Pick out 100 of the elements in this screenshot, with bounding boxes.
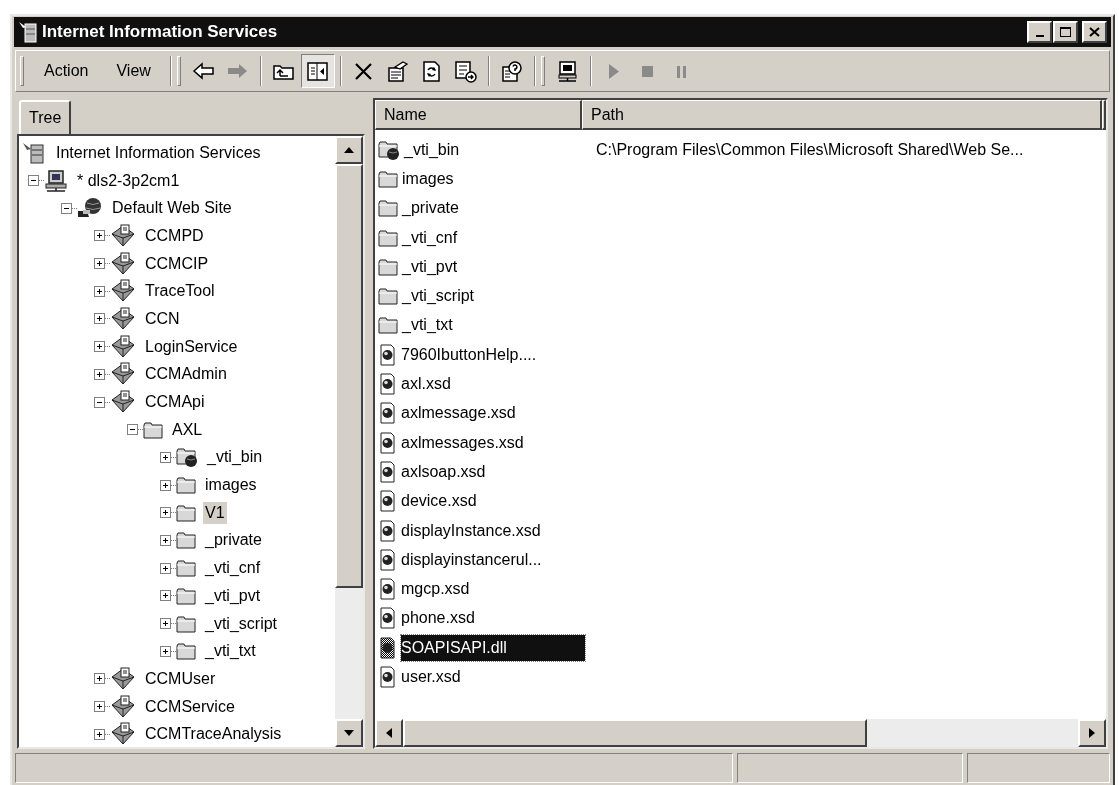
file-name[interactable]: phone.xsd	[401, 605, 585, 632]
expand-icon[interactable]	[94, 258, 105, 270]
expand-icon[interactable]	[94, 673, 105, 685]
file-name[interactable]: axlmessage.xsd	[401, 400, 585, 427]
package-icon	[110, 666, 136, 691]
file-name[interactable]: axlmessages.xsd	[401, 429, 585, 456]
tree-item[interactable]: CCMUser	[143, 667, 218, 690]
tree-item[interactable]: V1	[203, 501, 227, 524]
package-icon	[110, 390, 136, 415]
expand-icon[interactable]	[160, 618, 171, 630]
globe-icon	[77, 197, 103, 220]
up-arrow-icon	[344, 147, 354, 153]
vertical-scrollbar[interactable]	[335, 136, 363, 747]
left-arrow-icon	[386, 728, 392, 738]
file-name[interactable]: axlsoap.xsd	[401, 458, 585, 485]
minimize-button[interactable]	[1027, 21, 1052, 43]
expand-icon[interactable]	[94, 230, 105, 242]
tree-item[interactable]: Internet Information Services	[54, 141, 263, 164]
expand-icon[interactable]	[94, 313, 105, 325]
tree-item[interactable]: LoginService	[143, 335, 240, 358]
expand-icon[interactable]	[160, 507, 171, 519]
tree-item[interactable]: _vti_pvt	[203, 584, 263, 607]
tab[interactable]: Tree	[19, 100, 72, 134]
expand-icon[interactable]	[160, 562, 171, 574]
collapse-icon[interactable]	[94, 396, 105, 408]
expand-icon[interactable]	[94, 368, 105, 380]
file-name[interactable]: _private	[402, 195, 586, 222]
close-button[interactable]	[1082, 21, 1107, 43]
expand-icon[interactable]	[94, 701, 105, 713]
file-name[interactable]: _vti_cnf	[402, 224, 586, 251]
document-globe-icon	[378, 373, 397, 395]
tree-item[interactable]: _vti_txt	[203, 640, 258, 663]
file-name[interactable]: mgcp.xsd	[401, 576, 585, 603]
scrollbar-thumb[interactable]	[335, 164, 363, 588]
column-header[interactable]: Path	[582, 100, 1102, 130]
tree-item[interactable]: _vti_script	[203, 612, 280, 635]
file-name[interactable]: _vti_script	[402, 283, 586, 310]
server-icon	[21, 141, 47, 164]
file-name[interactable]: SOAPISAPI.dll	[401, 634, 585, 661]
tree-item[interactable]: CCMService	[143, 695, 237, 718]
expand-icon[interactable]	[160, 590, 171, 602]
scroll-up-button[interactable]	[335, 136, 363, 164]
file-name[interactable]: 7960IbuttonHelp....	[401, 341, 585, 368]
file-name[interactable]: axl.xsd	[401, 371, 585, 397]
properties-icon	[386, 59, 410, 83]
expand-icon[interactable]	[160, 534, 171, 546]
tree-item[interactable]: _vti_cnf	[203, 557, 263, 580]
file-name[interactable]: device.xsd	[401, 488, 585, 515]
folder-icon	[176, 475, 196, 496]
export-list-icon	[454, 59, 478, 83]
table-cell-text: C:\Program Files\Common Files\Microsoft Shared\Web Se...	[595, 139, 1025, 160]
column-header[interactable]: Name	[375, 100, 582, 130]
menu-item[interactable]: View	[102, 56, 165, 86]
tree-item[interactable]: CCMPD	[143, 224, 206, 247]
tree-item[interactable]: CCMCIP	[143, 252, 211, 275]
tree-item[interactable]: _private	[203, 529, 264, 552]
scroll-right-button[interactable]	[1078, 719, 1106, 747]
tree-item[interactable]: images	[203, 474, 259, 497]
tree-item[interactable]: Default Web Site	[110, 197, 234, 220]
file-name[interactable]: _vti_txt	[402, 312, 586, 339]
scroll-down-button[interactable]	[335, 719, 363, 747]
folder-icon	[378, 227, 398, 248]
expand-icon[interactable]	[94, 285, 105, 297]
tree-item[interactable]: _vti_bin	[205, 446, 265, 469]
tree-item[interactable]: * dls2-3p2cm1	[75, 169, 182, 192]
file-name[interactable]: images	[402, 165, 586, 192]
document-globe-icon	[378, 431, 397, 454]
expand-icon[interactable]	[160, 645, 171, 657]
file-name[interactable]: user.xsd	[401, 664, 585, 690]
maximize-button[interactable]	[1053, 21, 1078, 43]
package-icon	[110, 334, 136, 359]
file-name[interactable]: displayinstancerul...	[401, 546, 585, 573]
document-globe-icon	[378, 402, 397, 425]
collapse-icon[interactable]	[127, 424, 138, 436]
tree-item[interactable]: CCMAdmin	[143, 363, 229, 386]
tree-item[interactable]: AXL	[170, 418, 205, 441]
file-name[interactable]: _vti_bin	[404, 136, 588, 163]
tree-item[interactable]: CCMApi	[143, 391, 207, 414]
column-header[interactable]	[1102, 100, 1106, 130]
file-name[interactable]: _vti_pvt	[402, 253, 586, 280]
tree-item[interactable]: TraceTool	[143, 280, 217, 303]
collapse-icon[interactable]	[28, 175, 39, 187]
folder-icon	[176, 558, 196, 579]
expand-icon[interactable]	[160, 451, 171, 463]
toolbar-button[interactable]	[300, 54, 335, 88]
collapse-icon[interactable]	[61, 202, 72, 214]
maximize-icon	[1058, 25, 1073, 39]
folder-icon	[378, 198, 398, 219]
scroll-left-button[interactable]	[375, 719, 403, 747]
server-icon	[18, 21, 38, 43]
horizontal-scrollbar[interactable]	[375, 719, 1106, 747]
expand-icon[interactable]	[94, 728, 105, 740]
menu-item[interactable]: Action	[30, 56, 103, 86]
document-globe-icon	[378, 343, 397, 366]
file-name[interactable]: displayInstance.xsd	[401, 517, 585, 544]
expand-icon[interactable]	[160, 479, 171, 491]
tree-item[interactable]: CCMTraceAnalysis	[143, 723, 284, 746]
scrollbar-thumb[interactable]	[403, 719, 867, 747]
tree-item[interactable]: CCN	[143, 307, 182, 330]
expand-icon[interactable]	[94, 341, 105, 353]
